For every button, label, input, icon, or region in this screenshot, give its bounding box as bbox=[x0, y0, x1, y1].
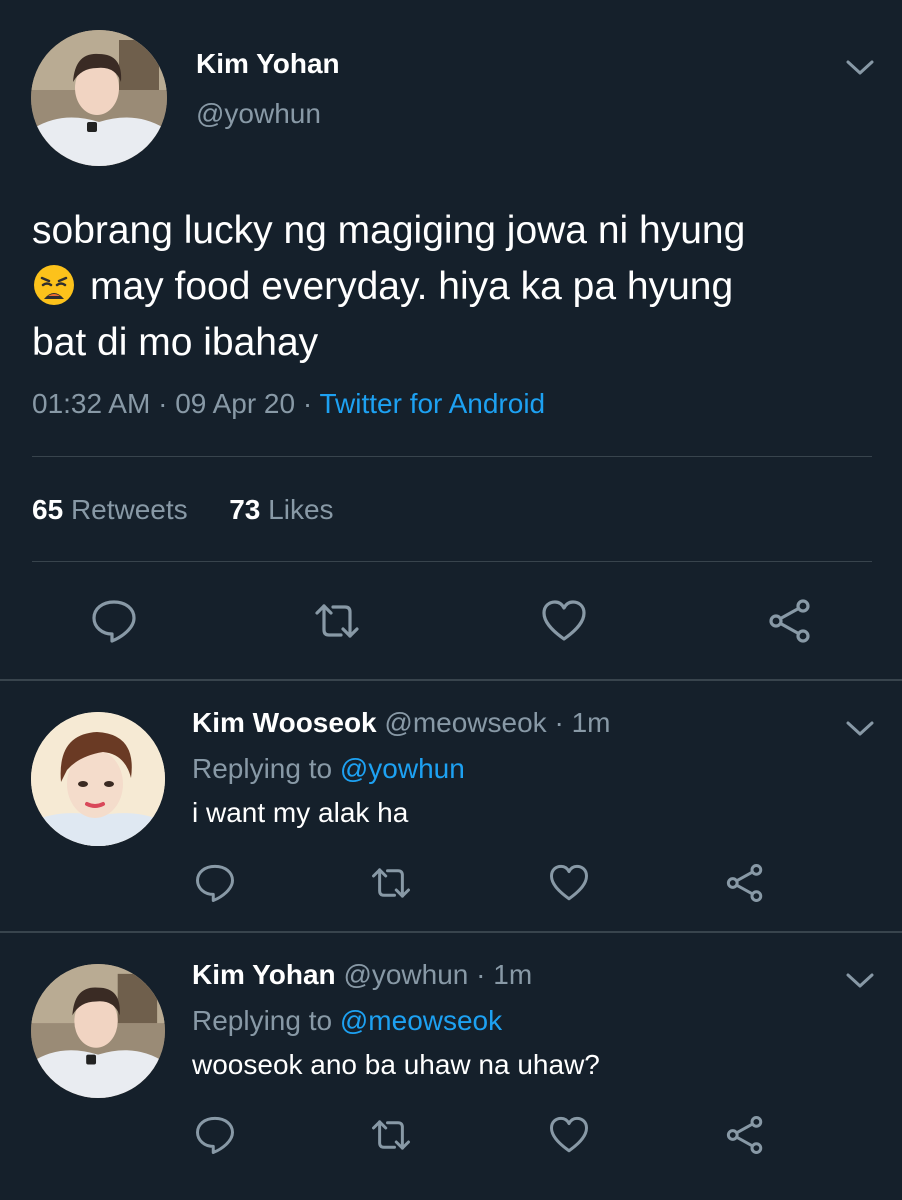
retweet-icon[interactable] bbox=[370, 862, 412, 904]
mention-link[interactable]: @meowseok bbox=[340, 1005, 502, 1036]
likes-count: 73 bbox=[229, 494, 261, 525]
like-icon[interactable] bbox=[548, 862, 590, 904]
replying-label: Replying to bbox=[192, 1005, 340, 1036]
author-handle[interactable]: @yowhun bbox=[196, 98, 321, 130]
retweets-stat[interactable]: 65 Retweets bbox=[32, 494, 188, 525]
meta-separator: · bbox=[150, 388, 176, 419]
tweet-source-link[interactable]: Twitter for Android bbox=[319, 388, 545, 419]
chevron-down-icon[interactable] bbox=[844, 58, 876, 78]
reply-tweet[interactable]: Kim Yohan @yowhun · 1m Replying to @meow… bbox=[0, 933, 902, 1200]
tweet-text-line-content: may food everyday. hiya ka pa hyung bbox=[90, 265, 734, 308]
likes-stat[interactable]: 73 Likes bbox=[229, 494, 333, 525]
chevron-down-icon[interactable] bbox=[844, 719, 876, 739]
tweet-date: 09 Apr 20 bbox=[175, 388, 296, 419]
meta-separator: · bbox=[546, 707, 572, 738]
replying-to: Replying to @yowhun bbox=[192, 753, 465, 785]
replying-label: Replying to bbox=[192, 753, 340, 784]
tweet-stats: 65 Retweets 73 Likes bbox=[32, 494, 334, 526]
reply-tweet[interactable]: Kim Wooseok @meowseok · 1m Replying to @… bbox=[0, 681, 902, 931]
avatar[interactable] bbox=[31, 30, 167, 166]
author-handle[interactable]: @meowseok bbox=[384, 707, 546, 738]
reply-text: wooseok ano ba uhaw na uhaw? bbox=[192, 1049, 600, 1080]
main-tweet: Kim Yohan @yowhun sobrang lucky ng magig… bbox=[0, 0, 902, 680]
reply-time: 1m bbox=[571, 707, 611, 738]
reply-time: 1m bbox=[493, 959, 533, 990]
author-name[interactable]: Kim Yohan bbox=[192, 959, 336, 990]
reply-icon[interactable] bbox=[90, 597, 138, 645]
avatar[interactable] bbox=[31, 964, 165, 1098]
chevron-down-icon[interactable] bbox=[844, 971, 876, 991]
share-icon[interactable] bbox=[766, 597, 814, 645]
tweet-text-line: may food everyday. hiya ka pa hyung bbox=[32, 259, 882, 315]
like-icon[interactable] bbox=[548, 1114, 590, 1156]
divider bbox=[32, 456, 872, 457]
reply-header: Kim Yohan @yowhun · 1m bbox=[192, 959, 532, 991]
share-icon[interactable] bbox=[724, 862, 766, 904]
avatar[interactable] bbox=[31, 712, 165, 846]
author-name[interactable]: Kim Yohan bbox=[196, 48, 340, 80]
replying-to: Replying to @meowseok bbox=[192, 1005, 502, 1037]
tweet-detail-page: Kim Yohan @yowhun sobrang lucky ng magig… bbox=[0, 0, 902, 1200]
share-icon[interactable] bbox=[724, 1114, 766, 1156]
tweet-text: sobrang lucky ng magiging jowa ni hyung … bbox=[32, 203, 882, 371]
author-handle[interactable]: @yowhun bbox=[343, 959, 468, 990]
reply-header: Kim Wooseok @meowseok · 1m bbox=[192, 707, 610, 739]
tweet-time: 01:32 AM bbox=[32, 388, 151, 419]
retweets-count: 65 bbox=[32, 494, 64, 525]
reply-icon[interactable] bbox=[194, 1114, 236, 1156]
retweet-icon[interactable] bbox=[370, 1114, 412, 1156]
tweet-text-line: bat di mo ibahay bbox=[32, 321, 319, 364]
meta-separator: · bbox=[468, 959, 494, 990]
retweet-icon[interactable] bbox=[313, 597, 361, 645]
reply-text: i want my alak ha bbox=[192, 797, 409, 828]
weary-face-icon bbox=[32, 263, 76, 307]
tweet-text-line: sobrang lucky ng magiging jowa ni hyung bbox=[32, 209, 746, 252]
author-name[interactable]: Kim Wooseok bbox=[192, 707, 377, 738]
tweet-meta: 01:32 AM · 09 Apr 20 · Twitter for Andro… bbox=[32, 388, 545, 420]
divider bbox=[32, 561, 872, 562]
meta-separator: · bbox=[295, 388, 320, 419]
reply-icon[interactable] bbox=[194, 862, 236, 904]
mention-link[interactable]: @yowhun bbox=[340, 753, 465, 784]
like-icon[interactable] bbox=[540, 597, 588, 645]
retweets-label: Retweets bbox=[70, 494, 188, 525]
likes-label: Likes bbox=[268, 494, 334, 525]
